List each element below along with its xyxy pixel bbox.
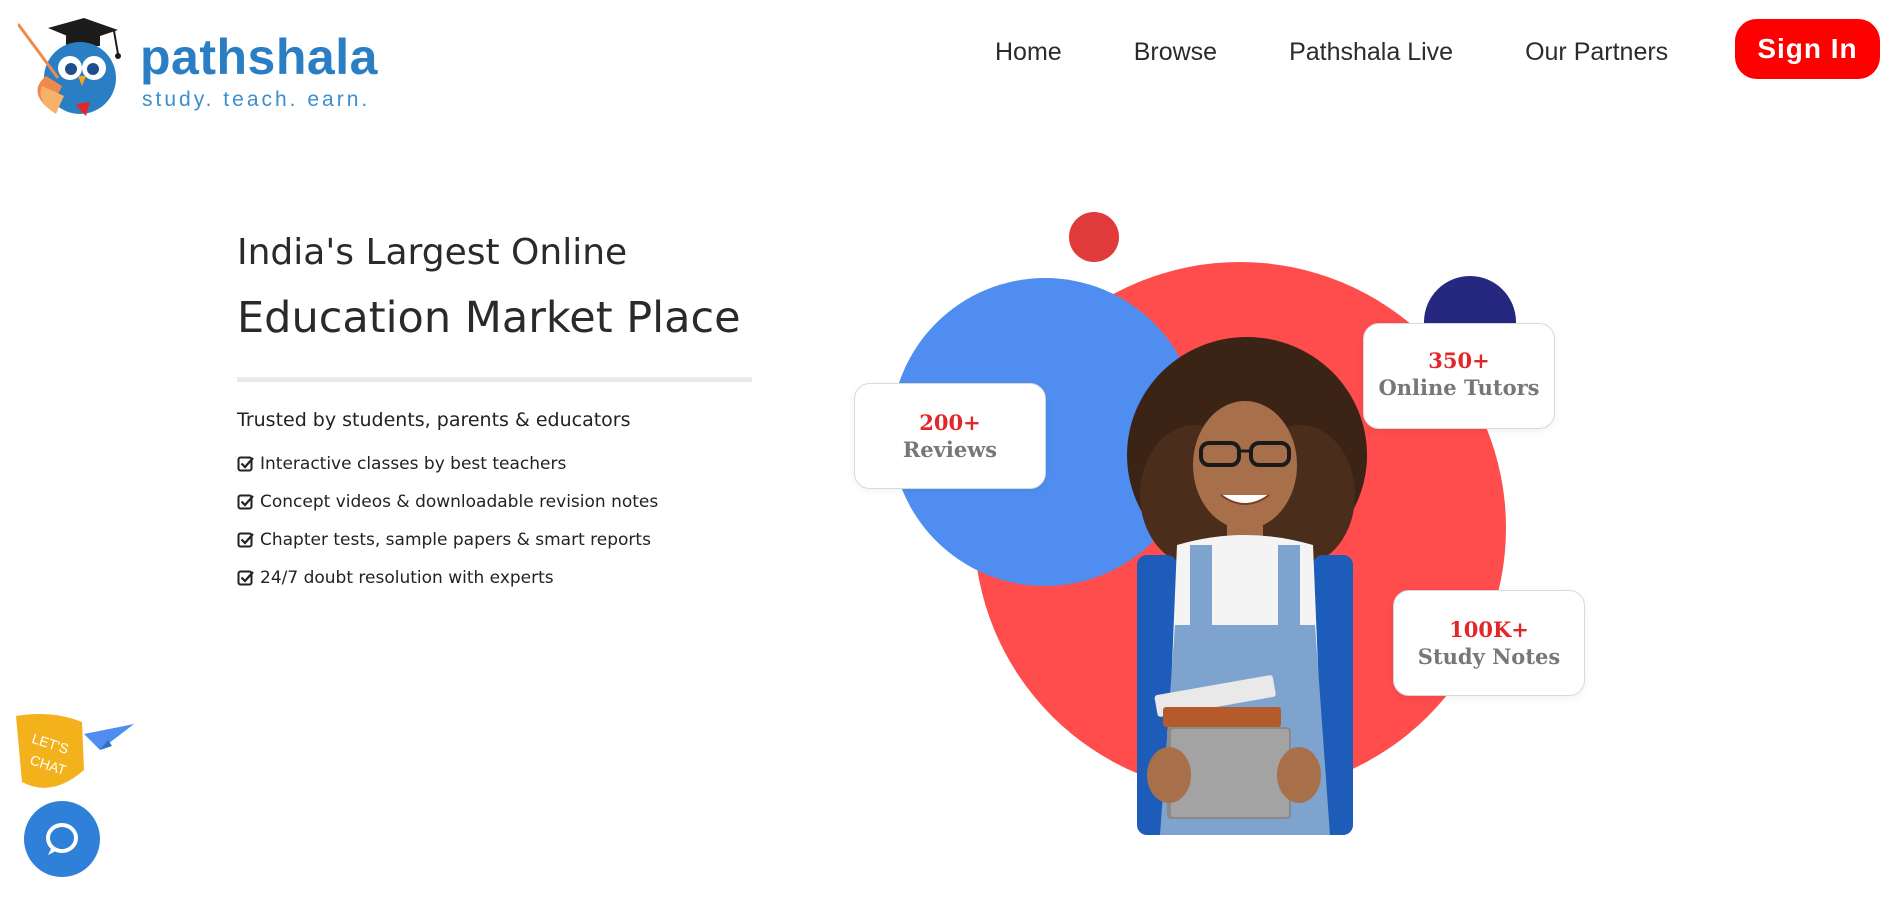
brand-name: pathshala [140, 29, 378, 85]
stat-number: 350+ [1428, 348, 1490, 373]
lets-chat-badge[interactable]: LET'S CHAT [12, 712, 137, 794]
feature-text: Concept videos & downloadable revision n… [260, 492, 659, 512]
site-header: pathshala study. teach. earn. Home Brows… [0, 0, 1900, 130]
nav-home[interactable]: Home [995, 38, 1062, 67]
feature-item: 24/7 doubt resolution with experts [237, 559, 658, 597]
hero-heading-line1: India's Largest Online [237, 232, 628, 273]
trusted-text: Trusted by students, parents & educators [237, 409, 631, 431]
brand-logo[interactable]: pathshala study. teach. earn. [18, 16, 408, 121]
feature-text: Interactive classes by best teachers [260, 454, 567, 474]
lets-chat-icon: LET'S CHAT [16, 714, 134, 788]
chat-bubble-icon [46, 823, 78, 855]
student-image [1127, 337, 1367, 835]
feature-list: Interactive classes by best teachers Con… [237, 445, 658, 597]
nav-pathshala-live[interactable]: Pathshala Live [1289, 38, 1453, 67]
stat-number: 200+ [919, 410, 981, 435]
feature-item: Interactive classes by best teachers [237, 445, 658, 483]
owl-logo-icon [18, 18, 121, 116]
small-red-dot [1069, 212, 1119, 262]
hero-illustration: 200+ Reviews 350+ Online Tutors 100K+ St… [850, 205, 1600, 845]
stat-card-reviews: 200+ Reviews [854, 383, 1046, 489]
feature-text: 24/7 doubt resolution with experts [260, 568, 554, 588]
stat-number: 100K+ [1449, 617, 1529, 642]
feature-item: Concept videos & downloadable revision n… [237, 483, 658, 521]
hero-divider [237, 377, 752, 382]
nav-browse[interactable]: Browse [1134, 38, 1217, 67]
brand-tagline: study. teach. earn. [142, 88, 371, 111]
check-square-icon [237, 456, 254, 472]
check-square-icon [237, 532, 254, 548]
nav-our-partners[interactable]: Our Partners [1525, 38, 1668, 67]
hero-heading: India's Largest Online Education Market … [237, 232, 757, 343]
feature-text: Chapter tests, sample papers & smart rep… [260, 530, 651, 550]
feature-item: Chapter tests, sample papers & smart rep… [237, 521, 658, 559]
stat-card-notes: 100K+ Study Notes [1393, 590, 1585, 696]
stat-label: Study Notes [1417, 644, 1561, 669]
stat-card-tutors: 350+ Online Tutors [1363, 323, 1555, 429]
sign-in-button[interactable]: Sign In [1735, 19, 1880, 79]
check-square-icon [237, 570, 254, 586]
hero-heading-line2: Education Market Place [237, 293, 741, 343]
main-nav: Home Browse Pathshala Live Our Partners [995, 38, 1740, 67]
check-square-icon [237, 494, 254, 510]
chat-launcher-button[interactable] [24, 801, 100, 877]
stat-label: Reviews [902, 437, 998, 462]
stat-label: Online Tutors [1378, 375, 1540, 400]
